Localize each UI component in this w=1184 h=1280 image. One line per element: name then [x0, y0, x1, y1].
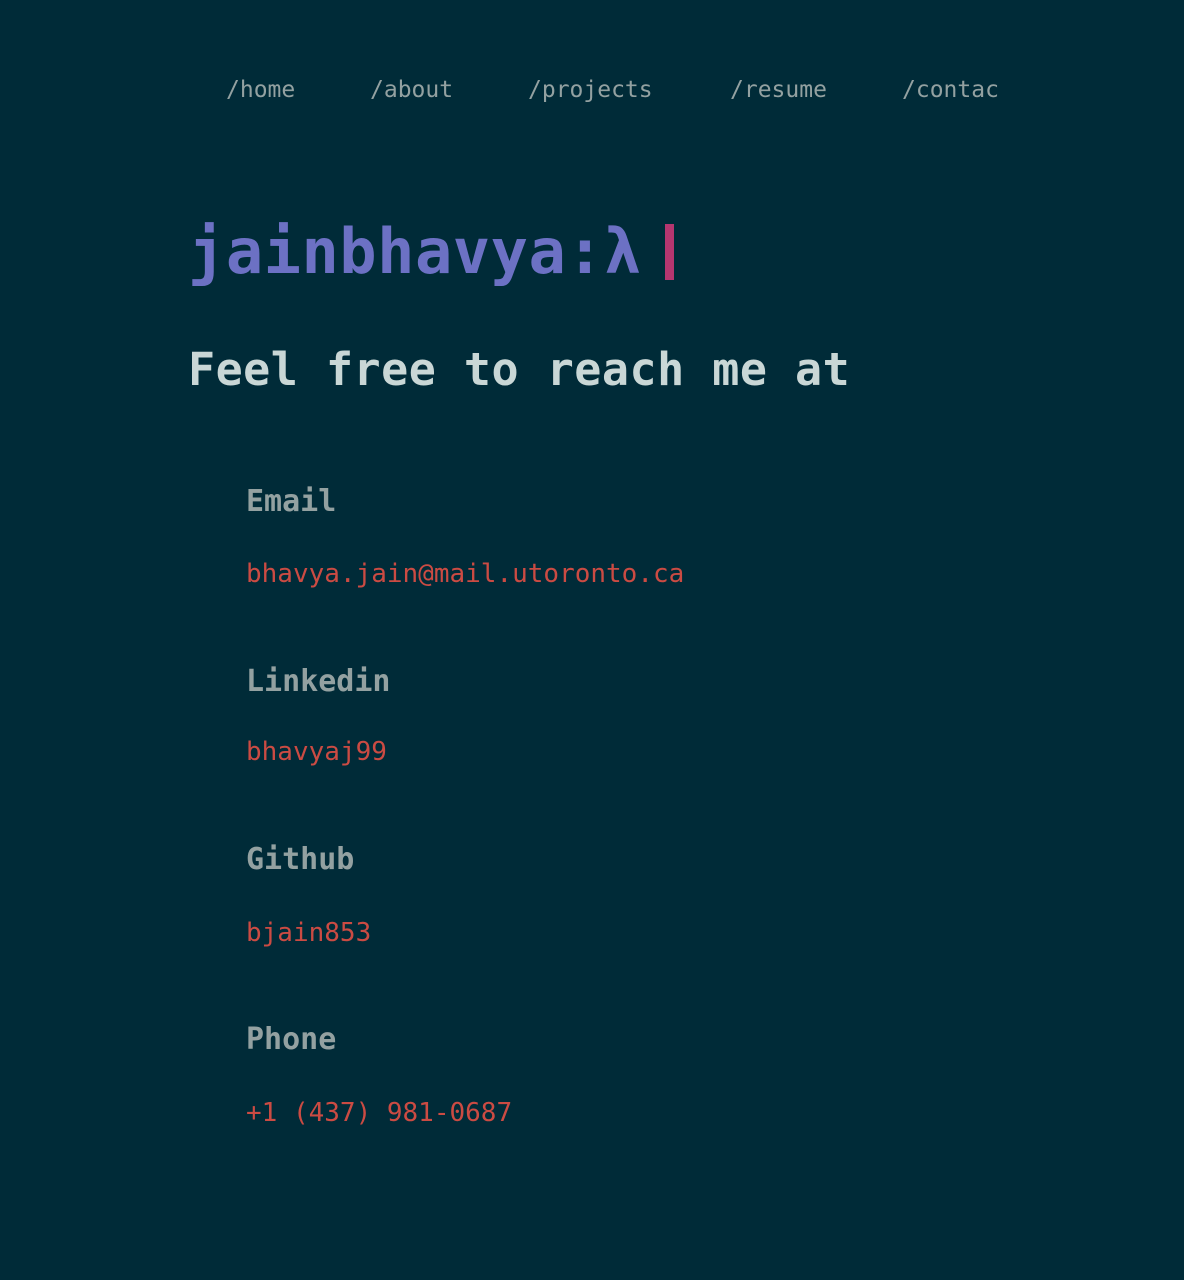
nav-link-home[interactable]: /home: [226, 74, 295, 106]
contact-label-phone: Phone: [246, 1022, 337, 1057]
contact-label-github: Github: [246, 842, 355, 877]
nav-link-about[interactable]: /about: [370, 74, 453, 106]
contact-label-email: Email: [246, 484, 337, 519]
contact-label-linkedin: Linkedin: [246, 664, 391, 699]
contact-value-email[interactable]: bhavya.jain@mail.utoronto.ca: [246, 558, 684, 590]
contact-value-github[interactable]: bjain853: [246, 917, 371, 949]
typing-cursor: [665, 224, 674, 280]
top-nav: /home /about /projects /resume /contact: [226, 74, 998, 108]
contact-value-linkedin[interactable]: bhavyaj99: [246, 736, 387, 768]
nav-link-projects[interactable]: /projects: [528, 74, 653, 106]
brand-title: jainbhavya:λ: [188, 215, 642, 288]
nav-link-resume[interactable]: /resume: [730, 74, 827, 106]
contact-value-phone[interactable]: +1 (437) 981-0687: [246, 1097, 512, 1129]
site-brand: jainbhavya:λ: [188, 212, 674, 292]
nav-link-contact[interactable]: /contact: [902, 74, 998, 106]
page-heading: Feel free to reach me at: [188, 343, 851, 396]
